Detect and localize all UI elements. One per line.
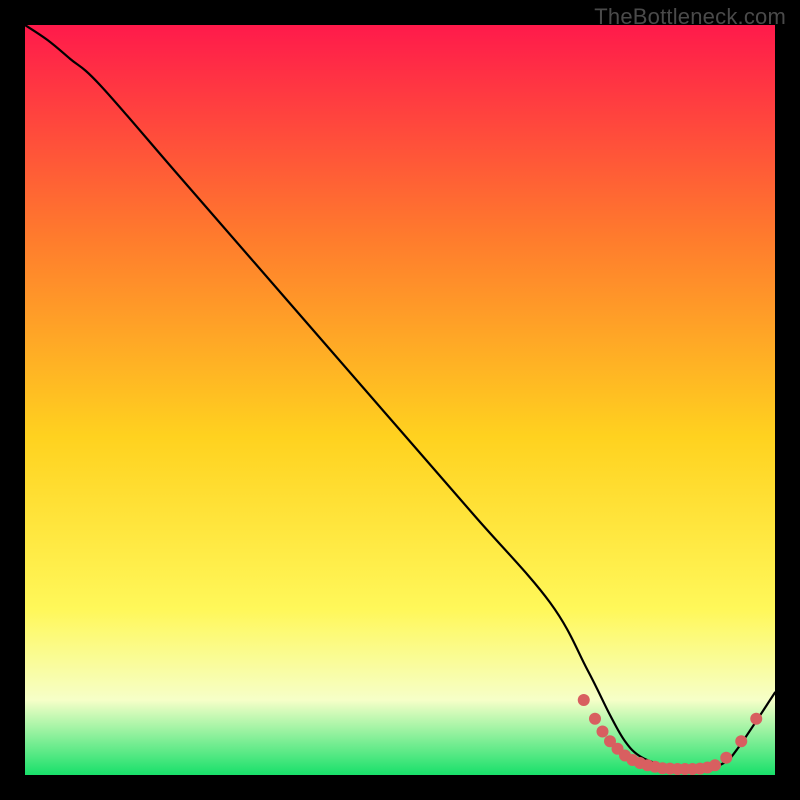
highlight-dot — [735, 735, 747, 747]
highlight-dot — [709, 759, 721, 771]
gradient-background — [25, 25, 775, 775]
highlight-dot — [578, 694, 590, 706]
watermark-text: TheBottleneck.com — [594, 4, 786, 30]
highlight-dot — [589, 713, 601, 725]
highlight-dot — [720, 752, 732, 764]
chart-frame: TheBottleneck.com — [0, 0, 800, 800]
highlight-dot — [750, 713, 762, 725]
plot-area — [25, 25, 775, 775]
chart-svg — [25, 25, 775, 775]
highlight-dot — [597, 726, 609, 738]
